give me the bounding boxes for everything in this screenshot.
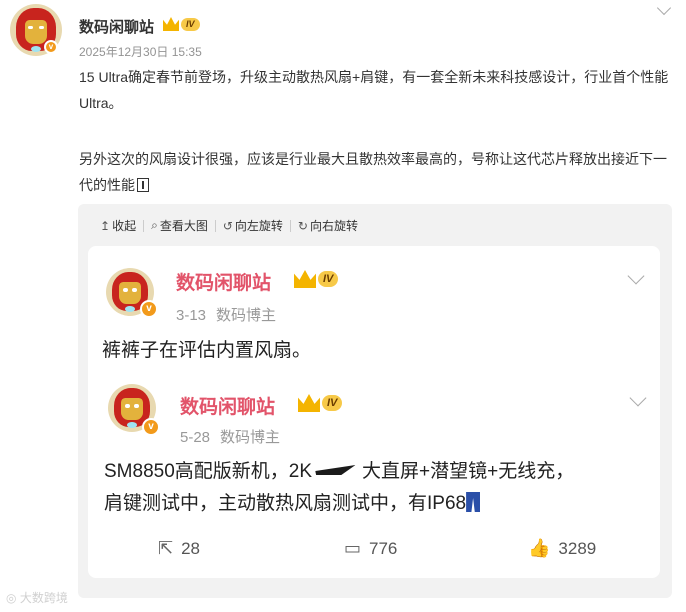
screenshot-author-2: 数码闲聊站 [180, 397, 276, 418]
screenshot-date-1: 3-13 [176, 307, 207, 324]
rotate-left-icon: ↺ [222, 218, 233, 233]
crown-icon [294, 270, 316, 288]
verified-badge-icon: v [44, 40, 58, 54]
vip-level: IV [322, 395, 343, 411]
divider [214, 219, 216, 232]
screenshot-text-2: SM8850高配版新机，2K 大直屏+潜望镜+无线充， 肩键测试中，主动散热风扇测… [104, 456, 654, 520]
screenshot-meta-1: 3-13 数码博主 [176, 304, 286, 325]
divider [143, 219, 145, 232]
redaction-mark [313, 465, 356, 475]
repost-count: 28 [181, 538, 201, 558]
comment-count: 776 [369, 538, 398, 558]
like-count: 3289 [558, 538, 597, 558]
screenshot-vip-badge-1: IV [294, 270, 339, 288]
divider [289, 219, 291, 232]
screenshot-text-2-line-1b: 大直屏+潜望镜+无线充， [362, 461, 575, 482]
share-icon: ⇱ [158, 538, 174, 558]
screenshot-verified-icon-1: v [140, 300, 158, 318]
post-date[interactable]: 2025年12月30日 15:35 [79, 43, 202, 60]
collapse-arrow-icon: ↥ [100, 218, 111, 233]
jeans-emoji-icon [466, 492, 481, 512]
crown-icon [298, 394, 320, 412]
screenshot-text-2-line-2: 肩键测试中，主动散热风扇测试中，有IP68 [104, 488, 654, 520]
watermark-text: 大数跨境 [19, 591, 68, 605]
crown-icon [163, 17, 179, 31]
vip-level: IV [318, 271, 339, 287]
rotate-right-button[interactable]: ↻ 向右旋转 [298, 217, 358, 234]
rotate-left-button[interactable]: ↺ 向左旋转 [223, 217, 283, 234]
thumbs-up-icon: 👍 [528, 538, 551, 558]
screenshot-verified-icon-2: v [142, 418, 160, 436]
post-text-paragraph-1: 15 Ultra确定春节前登场，升级主动散热风扇+肩键，有一套全新未来科技感设计… [79, 69, 669, 111]
author-name[interactable]: 数码闲聊站 [79, 16, 154, 37]
vip-level: IV [181, 17, 200, 31]
view-large-label: 查看大图 [159, 219, 208, 233]
vip-badge[interactable]: IV [163, 17, 200, 31]
rotate-right-label: 向右旋转 [309, 219, 358, 233]
watermark: ◎ 大数跨境 [6, 589, 68, 606]
collapse-label: 收起 [112, 219, 137, 233]
collapse-button[interactable]: ↥ 收起 [100, 217, 136, 234]
screenshot-text-2-line-2-text: 肩键测试中，主动散热风扇测试中，有IP68 [104, 493, 467, 514]
more-chevron-icon[interactable] [656, 0, 672, 16]
rotate-right-icon: ↻ [297, 218, 308, 233]
post-text-paragraph-2: 另外这次的风扇设计很强，应该是行业最大且散热效率最高的，号称让这代芯片释放出接近… [79, 146, 669, 198]
comment-icon: ▭ [344, 538, 362, 558]
embedded-screenshot-image[interactable]: v 数码闲聊站 IV 3-13 数码博主 裤裤子在评估内置风扇。 v 数码闲聊站 … [88, 246, 660, 578]
watermark-logo-icon: ◎ [6, 591, 20, 605]
missing-glyph-icon [137, 178, 149, 192]
screenshot-text-2-line-1a: SM8850高配版新机，2K [104, 461, 313, 482]
screenshot-author-1: 数码闲聊站 [176, 273, 272, 294]
screenshot-comment: ▭ 776 [344, 538, 397, 559]
screenshot-text-2-line-1: SM8850高配版新机，2K 大直屏+潜望镜+无线充， [104, 456, 654, 488]
magnifier-icon: ⌕ [151, 218, 158, 232]
screenshot-text-1: 裤裤子在评估内置风扇。 [102, 340, 312, 361]
screenshot-meta-2: 5-28 数码博主 [180, 426, 290, 447]
screenshot-role-2: 数码博主 [220, 429, 281, 446]
rotate-left-label: 向左旋转 [234, 219, 283, 233]
screenshot-role-1: 数码博主 [216, 307, 277, 324]
view-large-button[interactable]: ⌕ 查看大图 [151, 217, 208, 234]
screenshot-date-2: 5-28 [180, 429, 211, 446]
image-toolbar: ↥ 收起 ⌕ 查看大图 ↺ 向左旋转 ↻ 向右旋转 [100, 217, 358, 234]
media-card: ↥ 收起 ⌕ 查看大图 ↺ 向左旋转 ↻ 向右旋转 v 数码闲聊站 IV 3-1… [78, 204, 672, 598]
post-text-paragraph-2-content: 另外这次的风扇设计很强，应该是行业最大且散热效率最高的，号称让这代芯片释放出接近… [79, 151, 667, 193]
screenshot-like: 👍 3289 [528, 538, 596, 559]
screenshot-vip-badge-2: IV [298, 394, 343, 412]
screenshot-chevron-icon-1 [627, 267, 645, 285]
screenshot-chevron-icon-2 [629, 389, 647, 407]
screenshot-repost: ⇱ 28 [158, 538, 200, 559]
